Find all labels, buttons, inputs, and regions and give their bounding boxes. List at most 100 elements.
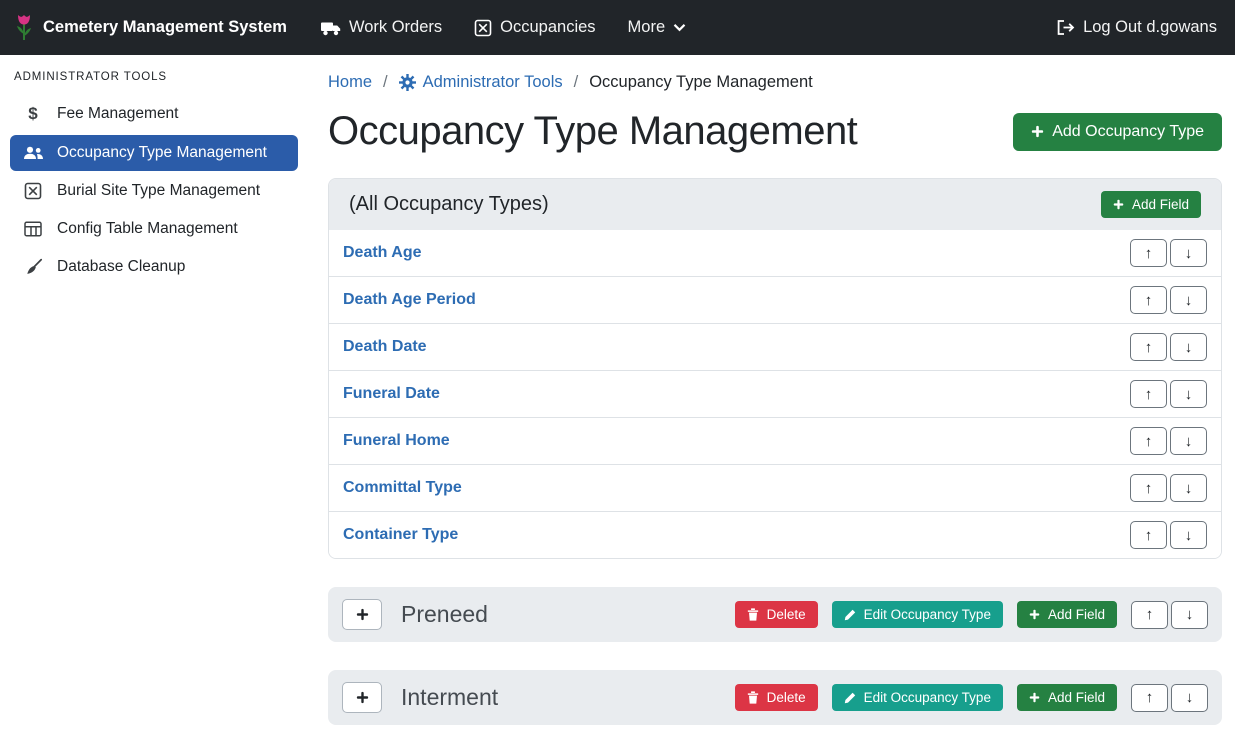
admin-tools-sidebar: ADMINISTRATOR TOOLS $ Fee Management Occ… <box>0 55 308 738</box>
move-up-button[interactable]: ↑ <box>1130 333 1167 361</box>
arrow-up-icon: ↑ <box>1145 340 1153 355</box>
field-link[interactable]: Death Age Period <box>343 291 476 309</box>
delete-label: Delete <box>767 690 806 705</box>
add-field-label: Add Field <box>1048 690 1105 705</box>
breadcrumb-separator: / <box>383 73 388 92</box>
delete-occupancy-type-button[interactable]: Delete <box>735 601 818 628</box>
app-brand: Cemetery Management System <box>14 13 287 43</box>
add-field-label: Add Field <box>1132 197 1189 212</box>
field-link[interactable]: Funeral Date <box>343 385 440 403</box>
edit-occupancy-type-button[interactable]: Edit Occupancy Type <box>832 601 1003 628</box>
move-up-button[interactable]: ↑ <box>1130 427 1167 455</box>
section-title: Preneed <box>401 601 488 628</box>
field-row-container-type: Container Type ↑ ↓ <box>329 511 1221 558</box>
breadcrumb: Home / <box>328 69 1222 95</box>
sidebar-item-fee-management[interactable]: $ Fee Management <box>10 95 298 133</box>
trash-icon <box>747 691 759 704</box>
move-section-down-button[interactable]: ↓ <box>1171 684 1208 712</box>
arrow-up-icon: ↑ <box>1145 293 1153 308</box>
arrow-down-icon: ↓ <box>1185 528 1193 543</box>
nav-work-orders[interactable]: Work Orders <box>321 18 442 37</box>
arrow-down-icon: ↓ <box>1185 293 1193 308</box>
nav-more-label: More <box>628 18 666 37</box>
move-section-down-button[interactable]: ↓ <box>1171 601 1208 629</box>
move-up-button[interactable]: ↑ <box>1130 521 1167 549</box>
sidebar-item-occupancy-type-management[interactable]: Occupancy Type Management <box>10 135 298 171</box>
all-occupancy-types-header: (All Occupancy Types) Add Field <box>329 179 1221 230</box>
plus-icon <box>356 691 369 704</box>
field-link[interactable]: Container Type <box>343 526 458 544</box>
logout-label: Log Out d.gowans <box>1083 18 1217 37</box>
move-up-button[interactable]: ↑ <box>1130 286 1167 314</box>
arrow-up-icon: ↑ <box>1145 387 1153 402</box>
edit-label: Edit Occupancy Type <box>864 607 991 622</box>
add-occupancy-type-button[interactable]: Add Occupancy Type <box>1013 113 1222 151</box>
move-down-button[interactable]: ↓ <box>1170 427 1207 455</box>
nav-occupancies-label: Occupancies <box>500 18 595 37</box>
nav-occupancies[interactable]: Occupancies <box>474 18 595 37</box>
breadcrumb-current: Occupancy Type Management <box>589 73 813 92</box>
move-down-button[interactable]: ↓ <box>1170 333 1207 361</box>
add-field-button[interactable]: Add Field <box>1017 684 1117 711</box>
sidebar-item-database-cleanup[interactable]: Database Cleanup <box>10 249 298 285</box>
arrow-down-icon: ↓ <box>1185 246 1193 261</box>
sidebar-item-burial-site-type-management[interactable]: Burial Site Type Management <box>10 173 298 209</box>
sidebar-heading: ADMINISTRATOR TOOLS <box>0 59 308 93</box>
arrow-up-icon: ↑ <box>1146 690 1154 705</box>
delete-occupancy-type-button[interactable]: Delete <box>735 684 818 711</box>
move-section-up-button[interactable]: ↑ <box>1131 684 1168 712</box>
sidebar-item-config-table-management[interactable]: Config Table Management <box>10 211 298 247</box>
expand-section-button[interactable] <box>342 599 382 630</box>
delete-label: Delete <box>767 607 806 622</box>
section-preneed: Preneed Delete Edi <box>328 587 1222 642</box>
sidebar-item-label: Config Table Management <box>57 220 238 238</box>
move-down-button[interactable]: ↓ <box>1170 474 1207 502</box>
truck-icon <box>321 20 341 36</box>
add-field-button[interactable]: Add Field <box>1101 191 1201 218</box>
field-link[interactable]: Death Age <box>343 244 422 262</box>
expand-section-button[interactable] <box>342 682 382 713</box>
move-up-button[interactable]: ↑ <box>1130 474 1167 502</box>
sidebar-item-label: Occupancy Type Management <box>57 144 267 162</box>
section-interment: Interment Delete E <box>328 670 1222 725</box>
breadcrumb-admin-tools-link[interactable]: Administrator Tools <box>399 73 563 92</box>
move-down-button[interactable]: ↓ <box>1170 286 1207 314</box>
move-up-button[interactable]: ↑ <box>1130 380 1167 408</box>
field-row-death-age-period: Death Age Period ↑ ↓ <box>329 276 1221 323</box>
sidebar-item-label: Fee Management <box>57 105 179 123</box>
arrow-down-icon: ↓ <box>1185 481 1193 496</box>
move-section-up-button[interactable]: ↑ <box>1131 601 1168 629</box>
arrow-down-icon: ↓ <box>1186 690 1194 705</box>
arrow-up-icon: ↑ <box>1145 481 1153 496</box>
nav-more[interactable]: More <box>628 18 687 37</box>
app-title: Cemetery Management System <box>43 18 287 37</box>
edit-occupancy-type-button[interactable]: Edit Occupancy Type <box>832 684 1003 711</box>
edit-label: Edit Occupancy Type <box>864 690 991 705</box>
move-down-button[interactable]: ↓ <box>1170 380 1207 408</box>
breadcrumb-separator: / <box>574 73 579 92</box>
field-link[interactable]: Death Date <box>343 338 427 356</box>
occupancy-plot-icon <box>474 19 492 37</box>
move-down-button[interactable]: ↓ <box>1170 521 1207 549</box>
sidebar-item-label: Database Cleanup <box>57 258 185 276</box>
arrow-up-icon: ↑ <box>1145 434 1153 449</box>
plus-icon <box>1029 609 1040 620</box>
add-field-button[interactable]: Add Field <box>1017 601 1117 628</box>
arrow-down-icon: ↓ <box>1185 434 1193 449</box>
tulip-logo-icon <box>14 13 34 43</box>
logout-link[interactable]: Log Out d.gowans <box>1056 18 1217 37</box>
gear-icon <box>399 74 416 91</box>
dollar-icon: $ <box>22 104 44 124</box>
move-up-button[interactable]: ↑ <box>1130 239 1167 267</box>
move-down-button[interactable]: ↓ <box>1170 239 1207 267</box>
field-link[interactable]: Funeral Home <box>343 432 450 450</box>
breadcrumb-home-link[interactable]: Home <box>328 73 372 92</box>
arrow-down-icon: ↓ <box>1185 387 1193 402</box>
users-icon <box>22 146 44 160</box>
top-navbar: Cemetery Management System Work Orders O… <box>0 0 1235 55</box>
chevron-down-icon <box>673 23 686 32</box>
field-link[interactable]: Committal Type <box>343 479 462 497</box>
field-row-funeral-date: Funeral Date ↑ ↓ <box>329 370 1221 417</box>
breadcrumb-admin-tools-label: Administrator Tools <box>423 73 563 92</box>
plus-icon <box>356 608 369 621</box>
